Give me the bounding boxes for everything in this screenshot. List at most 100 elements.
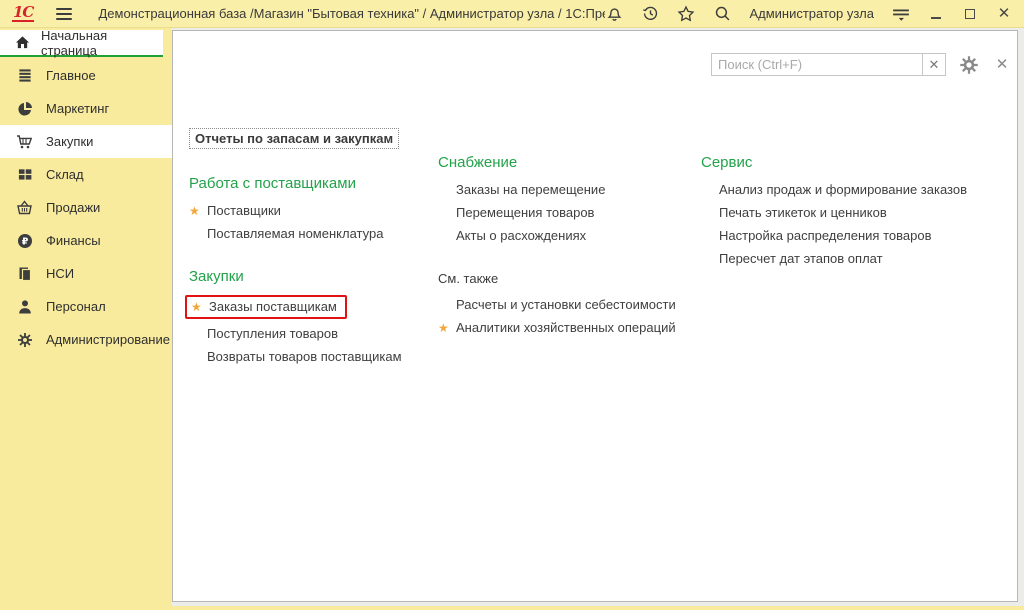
sidebar-item-label: НСИ	[46, 266, 74, 281]
sidebar-item-label: Главное	[46, 68, 96, 83]
favorites-star-icon[interactable]	[677, 5, 695, 23]
favorite-star-icon: ★	[191, 301, 209, 313]
home-icon	[14, 34, 31, 51]
sidebar-item-4[interactable]: Склад	[0, 158, 172, 191]
notifications-bell-icon[interactable]	[605, 5, 623, 23]
sidebar-item-5[interactable]: Продажи	[0, 191, 172, 224]
command-link[interactable]: Расчеты и установки себестоимости	[438, 296, 693, 313]
tab-home-label: Начальная страница	[41, 28, 153, 58]
panel-settings-gear-icon[interactable]	[959, 55, 979, 75]
command-link-label: Пересчет дат этапов оплат	[719, 250, 883, 267]
command-link[interactable]: Перемещения товаров	[438, 204, 693, 221]
command-link[interactable]: Настройка распределения товаров	[701, 227, 1001, 244]
command-entry: ★Поставщики	[189, 202, 424, 219]
command-entry: Заказы на перемещение	[438, 181, 693, 198]
search-input[interactable]	[711, 53, 923, 76]
sidebar-item-9[interactable]: Администрирование	[0, 323, 172, 356]
svg-text:₽: ₽	[21, 236, 28, 247]
command-link-label: Заказы поставщикам	[209, 298, 337, 315]
window-title: Демонстрационная база /Магазин "Бытовая …	[98, 6, 605, 21]
docs-icon	[16, 265, 33, 282]
command-link[interactable]: Заказы на перемещение	[438, 181, 693, 198]
function-column-2: Снабжение Заказы на перемещение Перемещени…	[438, 128, 693, 336]
sidebar-item-label: Администрирование	[46, 332, 170, 347]
close-window-button[interactable]: ✕	[996, 6, 1012, 22]
command-link-label: Настройка распределения товаров	[719, 227, 931, 244]
command-link[interactable]: Печать этикеток и ценников	[701, 204, 1001, 221]
command-link-label: Акты о расхождениях	[456, 227, 586, 244]
command-link-label: Анализ продаж и формирование заказов	[719, 181, 967, 198]
command-entry: Акты о расхождениях	[438, 227, 693, 244]
command-link-label: Заказы на перемещение	[456, 181, 605, 198]
sections-icon	[16, 67, 33, 84]
sidebar-item-label: Финансы	[46, 233, 101, 248]
command-link-label: Перемещения товаров	[456, 204, 594, 221]
command-link[interactable]: Акты о расхождениях	[438, 227, 693, 244]
sidebar-item-3[interactable]: Закупки	[0, 125, 172, 158]
command-entry: Пересчет дат этапов оплат	[701, 250, 1001, 267]
sidebar-item-label: Закупки	[46, 134, 93, 149]
cart-icon	[16, 133, 33, 150]
annotation-highlight-box: ★Заказы поставщикам	[185, 295, 347, 319]
see-also-header: См. также	[438, 270, 693, 287]
sidebar-item-label: Маркетинг	[46, 101, 109, 116]
report-group-command[interactable]: Отчеты по запасам и закупкам	[189, 128, 399, 149]
group-header: Снабжение	[438, 154, 693, 172]
command-link-label: Поставщики	[207, 202, 281, 219]
ruble-icon: ₽	[16, 232, 33, 249]
command-link-label: Печать этикеток и ценников	[719, 204, 887, 221]
sidebar-item-8[interactable]: Персонал	[0, 290, 172, 323]
group-header: Работа с поставщиками	[189, 175, 424, 193]
sidebar-item-6[interactable]: ₽ Финансы	[0, 224, 172, 257]
command-link-label: Аналитики хозяйственных операций	[456, 319, 676, 336]
command-entry: Поставляемая номенклатура	[189, 225, 424, 242]
minimize-button[interactable]	[928, 6, 944, 22]
sidebar-item-1[interactable]: Главное	[0, 59, 172, 92]
function-column-1: Отчеты по запасам и закупкам Работа с пос…	[189, 128, 424, 365]
sidebar-item-7[interactable]: НСИ	[0, 257, 172, 290]
command-link-label: Расчеты и установки себестоимости	[456, 296, 676, 313]
command-entry: Печать этикеток и ценников	[701, 204, 1001, 221]
command-link[interactable]: Поступления товаров	[189, 325, 424, 342]
person-icon	[16, 298, 33, 315]
search-clear-icon[interactable]: ✕	[922, 53, 946, 76]
command-entry: Возвраты товаров поставщикам	[189, 348, 424, 365]
current-user[interactable]: Администратор узла	[749, 6, 874, 21]
command-link[interactable]: Анализ продаж и формирование заказов	[701, 181, 1001, 198]
command-link[interactable]: ★Поставщики	[189, 202, 424, 219]
sidebar-item-label: Продажи	[46, 200, 100, 215]
command-link[interactable]: ★Заказы поставщикам	[187, 298, 337, 315]
command-entry: Отчеты по запасам и закупкам	[189, 128, 424, 149]
command-link[interactable]: Возвраты товаров поставщикам	[189, 348, 424, 365]
command-entry: Настройка распределения товаров	[701, 227, 1001, 244]
titlebar: 1С Демонстрационная база /Магазин "Бытов…	[0, 0, 1024, 28]
command-entry: ★Аналитики хозяйственных операций	[438, 319, 693, 336]
command-entry: Поступления товаров	[189, 325, 424, 342]
global-search-icon[interactable]	[713, 5, 731, 23]
command-link[interactable]: Поставляемая номенклатура	[189, 225, 424, 242]
command-link[interactable]: ★Аналитики хозяйственных операций	[438, 319, 693, 336]
tab-home-page[interactable]: Начальная страница	[0, 30, 163, 57]
history-icon[interactable]	[641, 5, 659, 23]
panel-close-icon[interactable]: ✕	[993, 55, 1011, 73]
main-menu-icon[interactable]	[56, 8, 72, 20]
maximize-button[interactable]	[962, 6, 978, 22]
service-menu-icon[interactable]	[892, 5, 910, 23]
section-functions-panel: ✕ ✕ Отчеты по запасам и закупкам Работа с…	[172, 30, 1018, 602]
sidebar-item-2[interactable]: Маркетинг	[0, 92, 172, 125]
favorite-star-icon: ★	[438, 322, 456, 334]
sections-sidebar: Главное Маркетинг Закупки Склад Продажи ₽ Фина…	[0, 59, 172, 356]
sidebar-item-label: Склад	[46, 167, 84, 182]
group-header: Закупки	[189, 268, 424, 286]
basket-icon	[16, 199, 33, 216]
pie-icon	[16, 100, 33, 117]
favorite-star-icon: ★	[189, 205, 207, 217]
command-entry: ★Заказы поставщикам	[189, 295, 424, 319]
command-entry: Перемещения товаров	[438, 204, 693, 221]
command-link[interactable]: Пересчет дат этапов оплат	[701, 250, 1001, 267]
command-entry: Анализ продаж и формирование заказов	[701, 181, 1001, 198]
command-link-label: Поставляемая номенклатура	[207, 225, 383, 242]
command-link-label: Возвраты товаров поставщикам	[207, 348, 402, 365]
sidebar-item-label: Персонал	[46, 299, 106, 314]
command-link-label: Поступления товаров	[207, 325, 338, 342]
